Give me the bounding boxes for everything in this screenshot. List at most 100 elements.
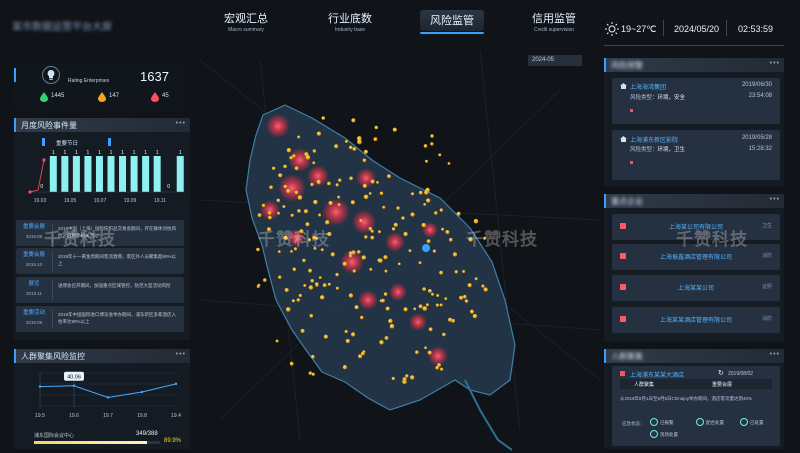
enterprise-point: [384, 269, 388, 273]
enterprise-point: [362, 183, 367, 188]
venue-label: 浦东国际会议中心: [34, 433, 75, 439]
enterprise-point: [344, 140, 348, 143]
enterprise-point: [348, 251, 353, 256]
enterprise-point: [383, 255, 388, 260]
alert-company: 上海浦东新区影院: [630, 138, 679, 144]
enterprise-point: [401, 216, 405, 220]
tab-macro-summary[interactable]: 宏观汇总 Macro summary: [224, 10, 268, 33]
company-tag: 消防: [761, 316, 772, 322]
enterprise-point: [289, 156, 293, 160]
enterprise-point: [424, 190, 429, 195]
tab-credit-supervision[interactable]: 信用监管 Credit supervision: [532, 10, 576, 33]
risk-dot: [630, 161, 633, 164]
capacity-percent: 89.9%: [164, 438, 182, 444]
enterprise-point: [442, 332, 446, 337]
sun-icon: [605, 22, 619, 36]
enterprise-point: [297, 209, 301, 213]
alert-time: 23:54:08: [748, 93, 772, 99]
enterprise-point: [351, 118, 356, 123]
alert-card[interactable]: 上海海湾集团 2019/06/30 风险类型：环境，安全 23:54:08: [612, 78, 780, 124]
more-icon[interactable]: •••: [770, 196, 780, 203]
enterprise-point: [449, 237, 453, 242]
month-filter[interactable]: 2024-05: [528, 55, 582, 66]
bar: [95, 156, 103, 192]
risk-hotspot: [358, 290, 378, 310]
panel-title: 风险预警: [611, 61, 643, 70]
enterprise-point: [349, 176, 353, 181]
risk-hotspot: [389, 283, 407, 301]
enterprise-point: [426, 198, 431, 203]
enterprise-point: [311, 354, 315, 359]
alert-type-value: 环境，卫生: [657, 147, 686, 153]
enterprise-point: [428, 289, 432, 293]
enterprise-point: [403, 231, 408, 237]
capacity-bar-track: [34, 441, 160, 444]
enterprise-point: [359, 219, 363, 223]
company-row[interactable]: 上海某某公司 证照: [612, 275, 780, 301]
refresh-icon[interactable]: ↻: [718, 369, 724, 377]
company-row[interactable]: 上海某某酒店管理有限公司 消防: [612, 307, 780, 333]
venue-total: /388: [146, 431, 158, 437]
bar-value-label: 1: [133, 150, 136, 156]
panel-header: 月度风险事件量 •••: [14, 118, 190, 132]
enterprise-point: [286, 188, 291, 194]
enterprise-point: [439, 270, 443, 275]
enterprise-point: [283, 184, 288, 189]
status-tag: 配合处置: [706, 420, 724, 425]
panel-header: 风险预警 •••: [604, 58, 784, 72]
tab-industry-base[interactable]: 行业底数 Industry base: [328, 10, 372, 33]
divider: [726, 20, 727, 36]
enterprise-point: [440, 367, 444, 371]
enterprise-point: [337, 195, 341, 199]
enterprise-point: [422, 287, 427, 291]
panel-header: 重点企业 •••: [604, 194, 784, 208]
x-tick-label: 19.4: [171, 413, 181, 419]
enterprise-point: [483, 287, 488, 292]
enterprise-point: [277, 250, 281, 254]
event-card[interactable]: 重要会展 2019.10 2019年十一黄金周期间客流激增，景区外人员聚集超90…: [16, 248, 184, 274]
enterprise-point: [385, 306, 390, 311]
enterprise-point: [342, 365, 347, 370]
series-point: [174, 382, 178, 386]
company-tag: 消防: [761, 253, 772, 259]
enterprise-point: [318, 213, 322, 217]
event-card[interactable]: 展览 2019.11 进博会召开期间，加强重点区域管控，防范大型活动风险: [16, 277, 184, 303]
enterprise-point: [410, 212, 415, 217]
enterprise-point: [305, 155, 311, 160]
enterprise-point: [418, 304, 423, 309]
enterprise-point: [292, 154, 296, 158]
enterprise-point: [424, 346, 427, 350]
check-icon: [650, 430, 658, 438]
more-icon[interactable]: •••: [770, 351, 780, 358]
event-text: 2019年十一黄金周期间客流激增，景区外人员聚集超90%以上: [58, 254, 177, 266]
more-icon[interactable]: •••: [176, 351, 186, 358]
enterprise-point: [445, 230, 450, 234]
enterprise-point: [257, 283, 261, 287]
enterprise-point: [334, 144, 339, 149]
alert-card[interactable]: 上海浦东新区影院 2019/05/28 风险类型：环境，卫生 15:28:32: [612, 130, 780, 180]
enterprise-point: [456, 211, 461, 216]
enterprise-point: [362, 350, 366, 354]
x-tick-label: 19.07: [94, 198, 107, 204]
bar: [107, 156, 115, 192]
more-icon[interactable]: •••: [176, 120, 186, 127]
enterprise-point: [304, 209, 308, 214]
panel-title: 人群聚集: [611, 352, 643, 361]
event-card[interactable]: 重要活动 2019.06 2019年中国国际进口博览会举办期间，浦东新区多家酒店…: [16, 306, 184, 332]
tab-sub-label: Industry base: [334, 27, 366, 33]
enterprise-point: [327, 181, 331, 186]
enterprise-point: [423, 144, 428, 148]
hotel-card[interactable]: 上海浦东某某大酒店 ↻ 2019/08/02 人群聚集 重要会展 从2019年8…: [612, 366, 780, 446]
more-icon[interactable]: •••: [770, 60, 780, 67]
bar-value-label: 0: [40, 184, 43, 190]
watermark: 千赞科技: [676, 230, 748, 249]
check-icon: [650, 418, 658, 426]
tab-risk-supervision[interactable]: 风险监管: [420, 10, 484, 34]
enterprise-point: [393, 222, 398, 227]
kpi-green-count: 1445: [51, 93, 65, 99]
bar-value-label: 1: [110, 150, 113, 156]
enterprise-point: [439, 208, 443, 212]
enterprise-point: [467, 283, 472, 288]
enterprise-point: [474, 277, 478, 281]
enterprise-point: [308, 285, 314, 290]
